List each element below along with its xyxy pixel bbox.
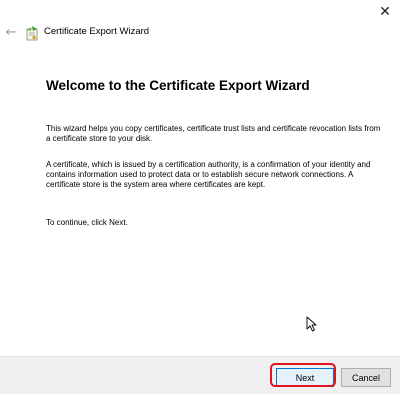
certificate-wizard-icon	[26, 26, 38, 41]
button-bar: Next Cancel	[0, 356, 400, 394]
cancel-button[interactable]: Cancel	[341, 368, 391, 387]
back-button[interactable]: ←	[3, 24, 19, 42]
continue-instruction: To continue, click Next.	[46, 218, 128, 227]
mouse-cursor-icon	[306, 316, 317, 332]
next-button-highlight	[270, 363, 336, 387]
window-title: Certificate Export Wizard	[44, 26, 150, 37]
intro-paragraph: This wizard helps you copy certificates,…	[46, 124, 381, 143]
page-heading: Welcome to the Certificate Export Wizard	[46, 78, 310, 93]
certificate-description-paragraph: A certificate, which is issued by a cert…	[46, 160, 371, 189]
back-arrow-icon: ←	[5, 25, 17, 40]
close-icon: ✕	[379, 4, 391, 20]
close-button[interactable]: ✕	[374, 2, 396, 22]
certificate-export-wizard-window: ✕ ← Certificate Export Wizard Welcome to…	[0, 0, 400, 394]
